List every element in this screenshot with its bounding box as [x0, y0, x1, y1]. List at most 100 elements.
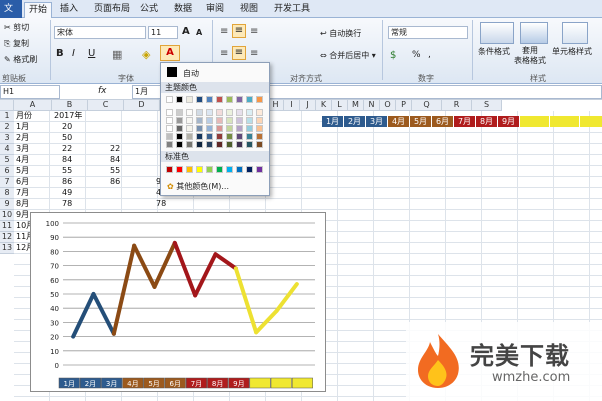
theme-color-swatch[interactable] [246, 125, 253, 132]
currency-icon[interactable]: $ [390, 50, 396, 61]
tab-view[interactable]: 视图 [236, 2, 262, 18]
value-cell[interactable]: 78 [154, 199, 166, 210]
month-cell[interactable]: 6月 [14, 177, 29, 188]
series-segment[interactable] [213, 252, 238, 271]
comma-button[interactable]: , [428, 50, 431, 60]
value-cell[interactable]: 84 [108, 155, 120, 166]
theme-color-swatch[interactable] [236, 96, 243, 103]
theme-color-swatch[interactable] [256, 133, 263, 140]
theme-color-swatch[interactable] [236, 117, 243, 124]
theme-color-swatch[interactable] [166, 125, 173, 132]
month-cell[interactable]: 9月 [14, 210, 29, 221]
value-cell[interactable]: 86 [108, 177, 120, 188]
align-top-icon[interactable]: ≡ [220, 26, 228, 37]
theme-color-swatch[interactable] [166, 133, 173, 140]
series-segment[interactable] [111, 243, 137, 336]
standard-color-swatch[interactable] [246, 166, 253, 173]
theme-color-swatch[interactable] [236, 125, 243, 132]
month-color-cell[interactable]: 9月 [498, 116, 520, 127]
theme-color-swatch[interactable] [236, 141, 243, 148]
month-color-cell[interactable]: 2月 [344, 116, 366, 127]
value-cell[interactable]: 55 [108, 166, 120, 177]
standard-color-swatch[interactable] [206, 166, 213, 173]
row-header-12[interactable]: 12 [0, 232, 14, 243]
month-color-cell[interactable] [550, 116, 580, 127]
standard-color-swatch[interactable] [176, 166, 183, 173]
data-point[interactable] [256, 332, 257, 333]
tab-insert[interactable]: 插入 [56, 2, 82, 18]
month-color-cell[interactable]: 1月 [322, 116, 344, 127]
data-point[interactable] [73, 336, 74, 337]
grow-font-button[interactable]: A [182, 26, 190, 37]
month-color-cell[interactable] [580, 116, 602, 127]
theme-color-swatch[interactable] [226, 117, 233, 124]
column-header-D[interactable]: D [124, 100, 160, 111]
copy-button[interactable]: ⎘ 复制 [4, 38, 29, 49]
column-header-N[interactable]: N [364, 100, 380, 111]
theme-color-swatch[interactable] [216, 109, 223, 116]
theme-color-swatch[interactable] [246, 96, 253, 103]
theme-color-swatch[interactable] [196, 96, 203, 103]
month-color-cell[interactable]: 6月 [432, 116, 454, 127]
column-header-Q[interactable]: Q [412, 100, 442, 111]
font-name-select[interactable]: 宋体 [54, 26, 146, 39]
tab-developer[interactable]: 开发工具 [270, 2, 314, 18]
standard-color-swatch[interactable] [256, 166, 263, 173]
auto-color-label[interactable]: 自动 [183, 68, 199, 79]
theme-color-swatch[interactable] [256, 117, 263, 124]
fx-button[interactable]: fx [98, 86, 107, 96]
standard-color-swatch[interactable] [236, 166, 243, 173]
bold-button[interactable]: B [56, 48, 64, 59]
number-format-select[interactable]: 常规 [388, 26, 468, 39]
value-cell[interactable]: 55 [60, 166, 72, 177]
theme-color-swatch[interactable] [196, 117, 203, 124]
data-point[interactable] [113, 333, 114, 334]
data-point[interactable] [93, 294, 94, 295]
theme-color-swatch[interactable] [166, 117, 173, 124]
format-painter-button[interactable]: ✎ 格式刷 [4, 54, 37, 65]
month-color-cell[interactable]: 7月 [454, 116, 476, 127]
align-center-icon[interactable]: ≡ [232, 46, 246, 60]
theme-color-swatch[interactable] [206, 141, 213, 148]
standard-color-swatch[interactable] [226, 166, 233, 173]
tab-file[interactable]: 文件 [0, 0, 22, 32]
theme-color-swatch[interactable] [216, 96, 223, 103]
cut-button[interactable]: ✂ 剪切 [4, 22, 29, 33]
align-left-icon[interactable]: ≡ [220, 48, 228, 59]
row-header-11[interactable]: 11 [0, 221, 14, 232]
data-point[interactable] [134, 245, 135, 246]
value-cell[interactable]: 84 [60, 155, 72, 166]
theme-color-swatch[interactable] [176, 125, 183, 132]
wrap-text-button[interactable]: ↩ 自动换行 [320, 28, 361, 39]
row-header-4[interactable]: 4 [0, 144, 14, 155]
header-cell-year[interactable]: 2017年 [52, 111, 82, 122]
month-color-cell[interactable] [520, 116, 550, 127]
row-header-13[interactable]: 13 [0, 243, 14, 254]
theme-color-swatch[interactable] [186, 141, 193, 148]
tab-data[interactable]: 数据 [170, 2, 196, 18]
theme-color-swatch[interactable] [216, 141, 223, 148]
corner-select-all[interactable] [0, 100, 14, 111]
theme-color-swatch[interactable] [186, 117, 193, 124]
cell-styles-button[interactable]: 单元格样式 [552, 46, 592, 57]
tab-page-layout[interactable]: 页面布局 [90, 2, 134, 18]
series-segment[interactable] [274, 282, 299, 314]
series-segment[interactable] [71, 292, 96, 339]
theme-color-swatch[interactable] [246, 117, 253, 124]
series-segment[interactable] [152, 240, 177, 289]
column-header-C[interactable]: C [88, 100, 124, 111]
theme-color-swatch[interactable] [226, 133, 233, 140]
data-point[interactable] [195, 295, 196, 296]
theme-color-swatch[interactable] [206, 125, 213, 132]
theme-color-swatch[interactable] [206, 96, 213, 103]
series-segment[interactable] [254, 309, 279, 335]
column-header-A[interactable]: A [14, 100, 52, 111]
theme-color-swatch[interactable] [226, 109, 233, 116]
auto-color-swatch[interactable] [167, 67, 177, 77]
column-header-R[interactable]: R [442, 100, 472, 111]
more-colors-button[interactable]: ✿ 其他颜色(M)... [167, 181, 229, 192]
value-cell[interactable]: 22 [108, 144, 120, 155]
theme-color-swatch[interactable] [236, 109, 243, 116]
theme-color-swatch[interactable] [226, 96, 233, 103]
value-cell[interactable]: 86 [60, 177, 72, 188]
